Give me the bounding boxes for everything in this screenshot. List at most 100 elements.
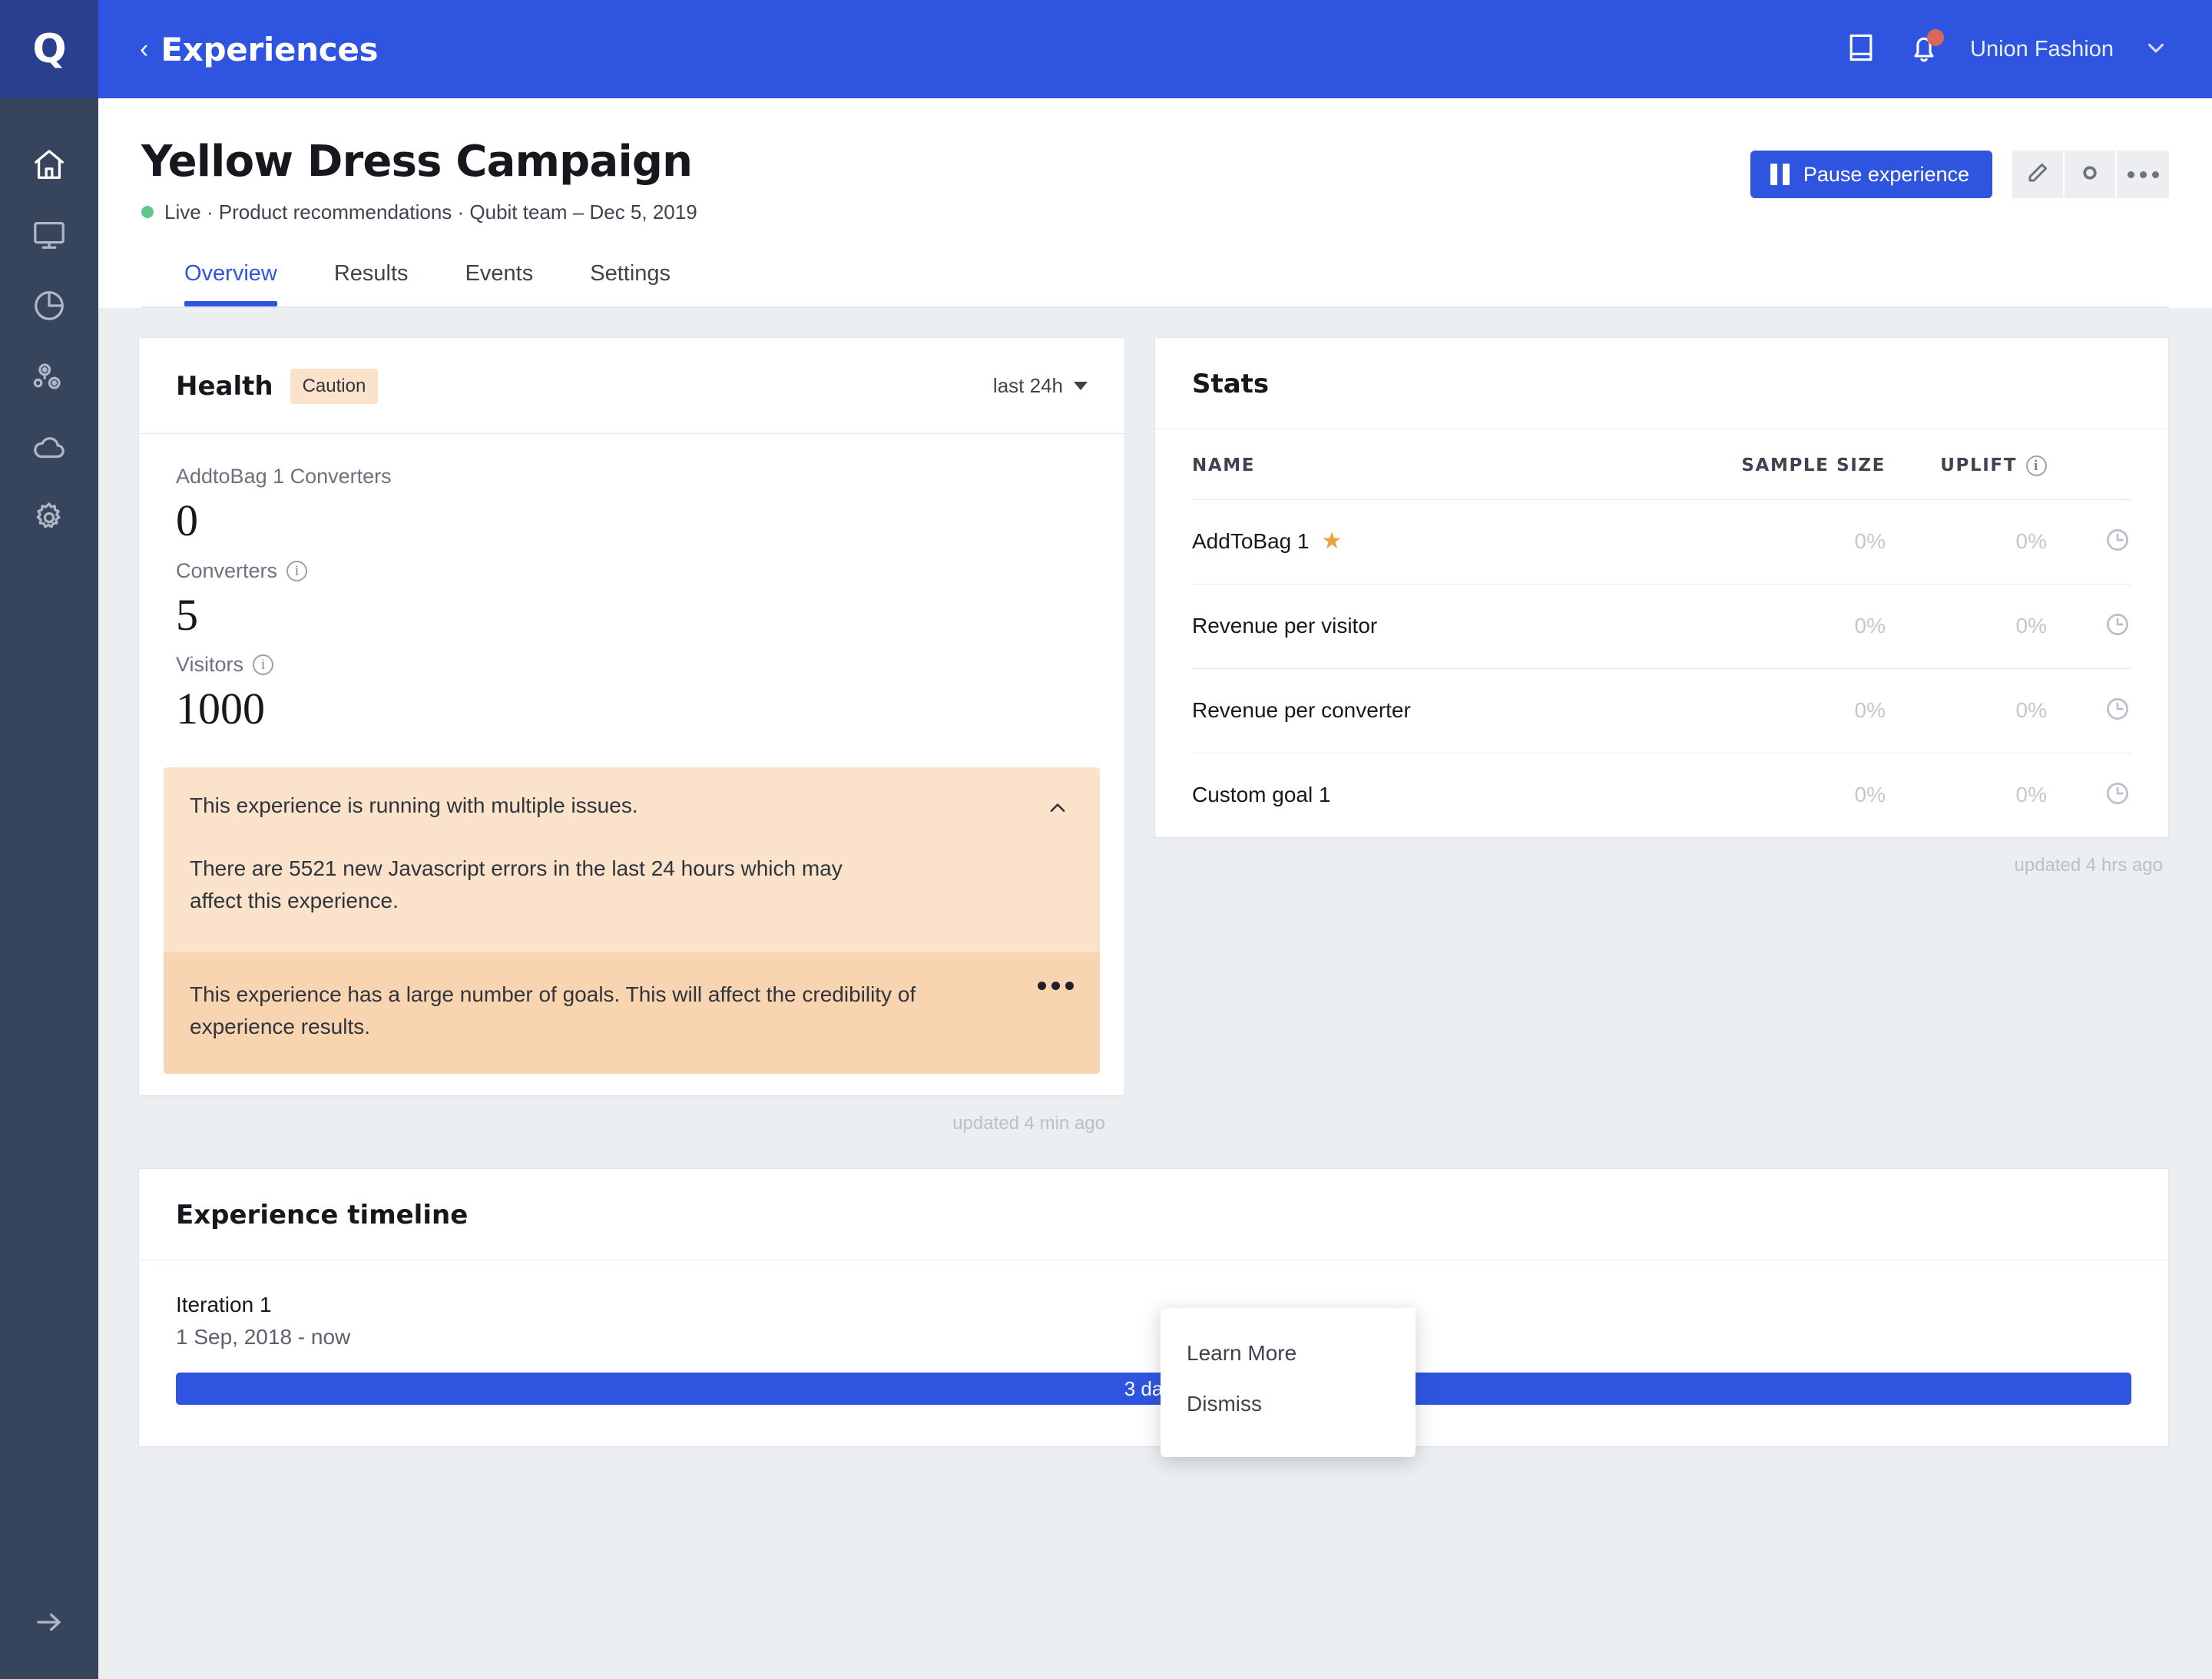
metric-value: 5 — [176, 591, 667, 640]
content-area: Health Caution last 24h AddtoBag — [98, 308, 2212, 1679]
tab-overview[interactable]: Overview — [184, 261, 277, 306]
cloud-icon — [31, 429, 67, 465]
metric-addtobag-converters: AddtoBag 1 Converters 0 — [176, 465, 667, 545]
sidebar-item-data[interactable] — [0, 412, 98, 482]
table-row[interactable]: Revenue per converter 0% 0% — [1192, 669, 2131, 753]
rail-items — [0, 98, 98, 553]
stat-name-text: Revenue per visitor — [1192, 614, 1377, 638]
stat-sample-size: 0% — [1686, 529, 1886, 554]
pause-icon — [1770, 164, 1790, 185]
chevron-up-icon — [1046, 810, 1069, 823]
experience-timeline-card: Experience timeline Iteration 1 1 Sep, 2… — [138, 1168, 2169, 1447]
info-icon[interactable]: i — [286, 561, 307, 581]
chevron-down-icon — [2143, 35, 2169, 65]
account-menu-button[interactable] — [2143, 35, 2169, 65]
time-range-label: last 24h — [993, 374, 1063, 398]
stats-title: Stats — [1192, 369, 1269, 399]
preview-experience-button[interactable] — [2065, 151, 2117, 198]
info-icon[interactable]: i — [2026, 455, 2047, 476]
sidebar-item-segments[interactable] — [0, 341, 98, 412]
notification-badge — [1927, 29, 1944, 46]
eye-icon — [2078, 161, 2101, 188]
metric-label-text: Converters — [176, 559, 277, 583]
back-chevron-icon[interactable]: ‹ — [140, 36, 148, 62]
stats-column: Stats NAME SAMPLE SIZE UPLIFT i — [1154, 337, 2169, 876]
stat-uplift: 0% — [1886, 698, 2047, 723]
more-options-button[interactable] — [2117, 151, 2169, 198]
alert-detail-text: There are 5521 new Javascript errors in … — [164, 834, 916, 952]
stat-name: Custom goal 1 — [1192, 783, 1686, 807]
account-name[interactable]: Union Fashion — [1970, 37, 2114, 62]
stat-name: Revenue per converter — [1192, 698, 1686, 723]
stat-sample-size: 0% — [1686, 614, 1886, 638]
timeline-card-body: Iteration 1 1 Sep, 2018 - now 3 days — [139, 1260, 2168, 1446]
tab-results[interactable]: Results — [334, 261, 409, 306]
timeline-card-header: Experience timeline — [139, 1169, 2168, 1260]
sidebar-item-reports[interactable] — [0, 270, 98, 341]
table-row[interactable]: Revenue per visitor 0% 0% — [1192, 585, 2131, 669]
sidebar-expand-button[interactable] — [0, 1606, 98, 1642]
pencil-icon — [2026, 161, 2049, 188]
health-column: Health Caution last 24h AddtoBag — [138, 337, 1125, 1134]
metric-converters: Converters i 5 — [176, 559, 667, 640]
tab-settings[interactable]: Settings — [590, 261, 671, 306]
pie-chart-icon — [31, 288, 67, 323]
pause-experience-button[interactable]: Pause experience — [1750, 151, 1992, 198]
column-header-name: NAME — [1192, 455, 1686, 475]
page-header-left: Yellow Dress Campaign Live · Product rec… — [141, 140, 697, 224]
metric-label-text: AddtoBag 1 Converters — [176, 465, 392, 488]
app-root: Q — [0, 0, 2212, 1679]
menu-item-learn-more[interactable]: Learn More — [1161, 1328, 1416, 1379]
page-header-actions: Pause experience — [1750, 140, 2169, 198]
alert-summary-row: This experience is running with multiple… — [164, 767, 1100, 834]
stat-name: AddToBag 1 ★ — [1192, 529, 1686, 554]
monitor-icon — [31, 217, 67, 253]
alert-menu-button[interactable] — [1038, 979, 1074, 990]
metric-label: AddtoBag 1 Converters — [176, 465, 667, 488]
tab-bar: Overview Results Events Settings — [141, 224, 2169, 306]
main-region: ‹ Experiences Un — [98, 0, 2212, 1679]
notifications-button[interactable] — [1907, 31, 1941, 68]
top-bar: ‹ Experiences Un — [98, 0, 2212, 98]
metric-visitors: Visitors i 1000 — [176, 653, 667, 734]
page-subtitle: Live · Product recommendations · Qubit t… — [164, 200, 697, 224]
info-icon[interactable]: i — [253, 654, 273, 675]
stats-table-header: NAME SAMPLE SIZE UPLIFT i — [1192, 429, 2131, 500]
tab-events[interactable]: Events — [465, 261, 534, 306]
header-icon-group — [2012, 151, 2169, 198]
page-header-row: Yellow Dress Campaign Live · Product rec… — [141, 140, 2169, 224]
clock-icon — [2104, 611, 2131, 642]
metric-label: Visitors i — [176, 653, 667, 677]
sidebar-item-home[interactable] — [0, 129, 98, 200]
metric-label-text: Visitors — [176, 653, 243, 677]
alert-summary-text: This experience is running with multiple… — [190, 793, 638, 818]
edit-experience-button[interactable] — [2012, 151, 2065, 198]
status-dot — [141, 206, 154, 218]
book-icon[interactable] — [1844, 31, 1878, 68]
timeline-bar[interactable]: 3 days — [176, 1373, 2131, 1405]
ellipsis-icon — [2128, 171, 2159, 178]
table-row[interactable]: AddToBag 1 ★ 0% 0% — [1192, 500, 2131, 585]
alert-collapse-button[interactable] — [1041, 793, 1074, 826]
menu-item-dismiss[interactable]: Dismiss — [1161, 1379, 1416, 1429]
stat-status — [2047, 780, 2131, 811]
table-row[interactable]: Custom goal 1 0% 0% — [1192, 753, 2131, 837]
timeline-date-range: 1 Sep, 2018 - now — [176, 1325, 2131, 1349]
pause-experience-label: Pause experience — [1803, 163, 1969, 187]
stat-uplift: 0% — [1886, 614, 2047, 638]
metric-label: Converters i — [176, 559, 667, 583]
sidebar-item-settings[interactable] — [0, 482, 98, 553]
stats-card: Stats NAME SAMPLE SIZE UPLIFT i — [1154, 337, 2169, 838]
alert-secondary-text: This experience has a large number of go… — [190, 979, 942, 1043]
sidebar-item-monitor[interactable] — [0, 200, 98, 270]
arrow-right-icon — [33, 1606, 65, 1642]
breadcrumb-experiences[interactable]: Experiences — [161, 31, 378, 68]
status-badge: Caution — [290, 369, 379, 404]
time-range-selector[interactable]: last 24h — [993, 374, 1088, 398]
stat-status — [2047, 611, 2131, 642]
clock-icon — [2104, 780, 2131, 811]
chevron-down-icon — [1074, 382, 1088, 390]
qubit-logo[interactable]: Q — [0, 0, 98, 98]
stat-name-text: Custom goal 1 — [1192, 783, 1331, 807]
stat-name-text: Revenue per converter — [1192, 698, 1411, 723]
